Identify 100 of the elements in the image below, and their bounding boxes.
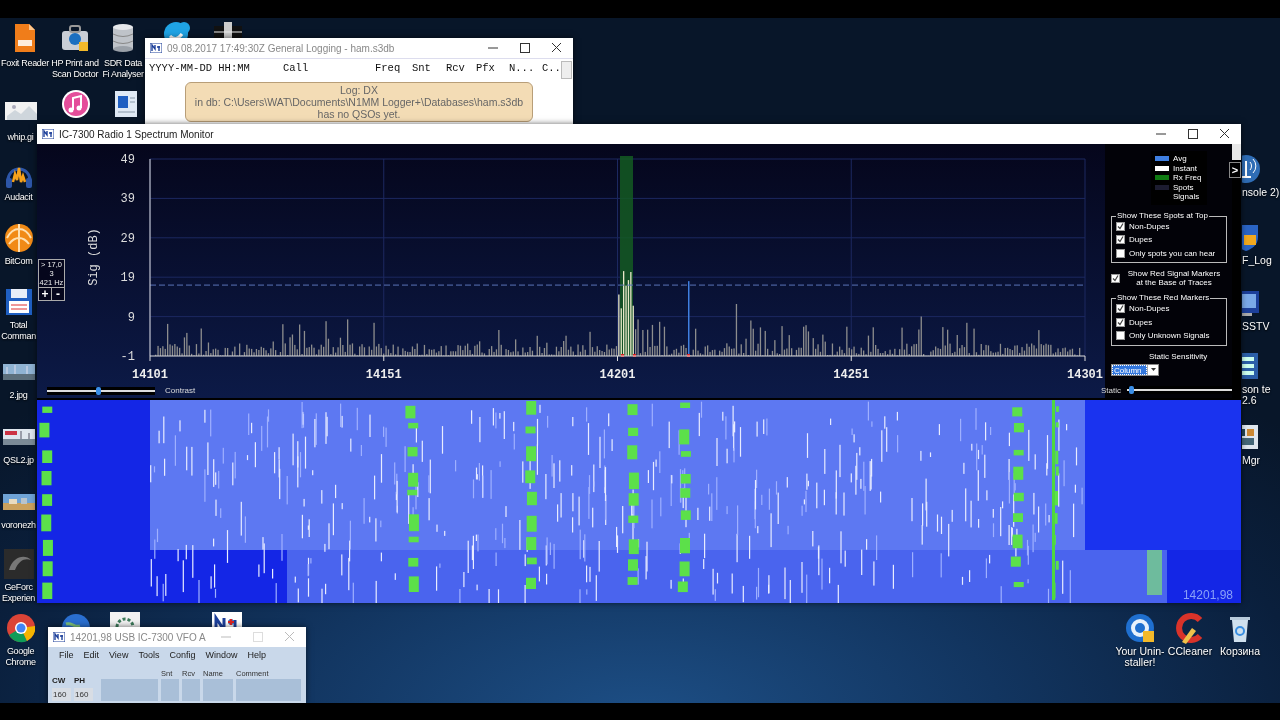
menu-item[interactable]: File <box>54 650 79 660</box>
column-header[interactable]: Rcv <box>446 62 476 74</box>
desktop-icon-label[interactable]: SSTV <box>1242 321 1270 332</box>
table-cell: 160 <box>74 688 93 701</box>
desktop-icon-label[interactable]: whip.gi <box>7 132 34 143</box>
expand-button[interactable]: > <box>1229 162 1241 178</box>
column-header[interactable]: N... <box>509 62 542 74</box>
slider-track[interactable] <box>47 386 155 395</box>
desktop-icon-label[interactable]: voronezh <box>1 520 36 531</box>
desktop-icon-label[interactable]: Total Comman <box>0 320 37 342</box>
input-field[interactable] <box>236 679 301 701</box>
message-text: in db: C:\Users\WAT\Documents\N1MM Logger+\Databases\ham.s3db <box>194 96 524 108</box>
readout-panel <box>38 259 65 288</box>
input-field[interactable] <box>161 679 179 701</box>
checkbox-label[interactable]: Only Unknown Signals <box>1129 331 1210 341</box>
ball-icon[interactable] <box>2 222 35 254</box>
axis-label: 9 <box>127 310 135 325</box>
checkbox-label[interactable]: Non-Dupes <box>1129 221 1170 231</box>
logo-icon[interactable] <box>211 610 243 627</box>
step-button[interactable]: + <box>38 287 52 301</box>
toolbox-icon[interactable] <box>59 22 91 54</box>
menu-item[interactable]: Window <box>200 650 243 660</box>
antenna-icon[interactable] <box>1242 153 1262 185</box>
table-cell: 160 <box>52 688 71 701</box>
legend-label: Rx Freq <box>1173 173 1202 183</box>
music-note-icon[interactable] <box>60 88 92 120</box>
desktop-icon-label[interactable]: 2.jpg <box>9 390 28 401</box>
column-header[interactable]: Pfx <box>476 62 509 74</box>
group-title: Show These Spots at Top <box>1116 210 1209 220</box>
axis-label: 14301 <box>1067 368 1103 382</box>
column-header[interactable]: Snt <box>412 62 446 74</box>
checkbox[interactable] <box>1116 304 1125 314</box>
menu-item[interactable]: Config <box>164 650 201 660</box>
desktop-icon-label[interactable]: F_Log <box>1242 255 1272 266</box>
input-field[interactable] <box>182 679 200 701</box>
scrollbar[interactable] <box>1232 144 1241 160</box>
slider-thumb[interactable] <box>1129 386 1135 394</box>
app-tile-icon[interactable] <box>2 548 35 580</box>
window-title: 14201,98 USB IC-7300 VFO A <box>70 631 207 643</box>
desktop-icon-label[interactable]: Google Chrome <box>2 646 39 668</box>
step-button[interactable]: - <box>51 287 65 301</box>
frequency-label: 14201,98 <box>1182 588 1233 602</box>
desktop-icon-label[interactable]: nsole 2) <box>1242 187 1280 198</box>
input-field[interactable] <box>101 679 158 701</box>
axis-label: 14151 <box>365 368 402 382</box>
scrollbar[interactable] <box>561 61 572 79</box>
column-header[interactable]: Freq <box>375 62 412 74</box>
slider-thumb[interactable] <box>95 386 101 395</box>
desktop-icon-label[interactable]: QSL2.jp <box>3 455 34 466</box>
menu-item[interactable]: Help <box>242 650 271 660</box>
column-header: CW <box>52 676 67 685</box>
input-field[interactable] <box>203 679 233 701</box>
desktop-icon-label[interactable]: BitCom <box>4 256 33 267</box>
desktop-icon-label[interactable]: HP Print and Scan Doctor <box>49 58 101 80</box>
group-title: Show These Red Markers <box>1116 293 1211 302</box>
desktop-icon-label[interactable]: Mgr <box>1242 455 1261 466</box>
desktop-icon-label[interactable]: CCleaner <box>1167 646 1213 657</box>
menu-item[interactable]: View <box>104 650 134 660</box>
disc-icon[interactable] <box>1124 612 1156 644</box>
checkbox-label[interactable]: Non-Dupes <box>1129 304 1170 314</box>
desktop-icon-label[interactable]: Корзина <box>1220 646 1260 657</box>
slider-label: Contrast <box>165 386 196 395</box>
legend-label: Avg <box>1173 154 1187 164</box>
sensitivity-dropdown[interactable]: Column <box>1111 363 1159 376</box>
checkbox-label[interactable]: Dupes <box>1129 235 1153 245</box>
axis-label: 14251 <box>833 368 870 382</box>
checkbox[interactable] <box>1116 317 1125 327</box>
axis-label: 29 <box>120 231 135 246</box>
menu-item[interactable]: Edit <box>78 650 105 660</box>
legend-label: Instant <box>1173 163 1197 173</box>
checkbox[interactable] <box>1116 248 1125 258</box>
window-title: IC-7300 Radio 1 Spectrum Monitor <box>59 128 215 140</box>
desktop-icon-label[interactable]: GeForc Experien <box>0 582 37 604</box>
column-header[interactable]: YYYY-MM-DD HH:MM <box>149 62 283 74</box>
desktop-icon-label[interactable]: Foxit Reader <box>1 58 49 69</box>
browser-icon[interactable] <box>4 612 37 644</box>
app-logo-icon <box>42 129 54 139</box>
checkbox-label[interactable]: Dupes <box>1129 317 1153 327</box>
legend-label: Signals <box>1173 192 1200 202</box>
desktop-icon-label[interactable]: SDR Data Fi Analyser <box>101 58 145 80</box>
legend-label: Spots <box>1173 182 1194 192</box>
column-header[interactable]: Call <box>283 62 375 74</box>
axis-label: 14101 <box>132 368 168 382</box>
menu-item[interactable]: Tools <box>133 650 165 660</box>
desktop-icon-label[interactable]: son te 2.6 <box>1242 384 1280 406</box>
checkbox[interactable] <box>1116 235 1125 245</box>
checkbox[interactable] <box>1111 273 1120 283</box>
axis-label: 19 <box>120 271 135 286</box>
axis-label: -1 <box>120 350 135 364</box>
axis-label: 14201 <box>599 368 636 382</box>
caret-icon <box>1150 368 1156 371</box>
column-header[interactable]: C.. <box>542 62 561 74</box>
slider-track[interactable] <box>1127 386 1232 394</box>
checkbox-label[interactable]: Show Red Signal Markers at the Base of Traces <box>1124 269 1224 287</box>
desktop-icon-label[interactable]: Audacit <box>4 192 33 203</box>
checkbox-label[interactable]: Only spots you can hear <box>1129 248 1216 258</box>
checkbox[interactable] <box>1116 221 1125 231</box>
checkbox[interactable] <box>1116 331 1125 341</box>
globe-icon[interactable] <box>60 612 92 627</box>
message-text: has no QSOs yet. <box>317 108 401 120</box>
